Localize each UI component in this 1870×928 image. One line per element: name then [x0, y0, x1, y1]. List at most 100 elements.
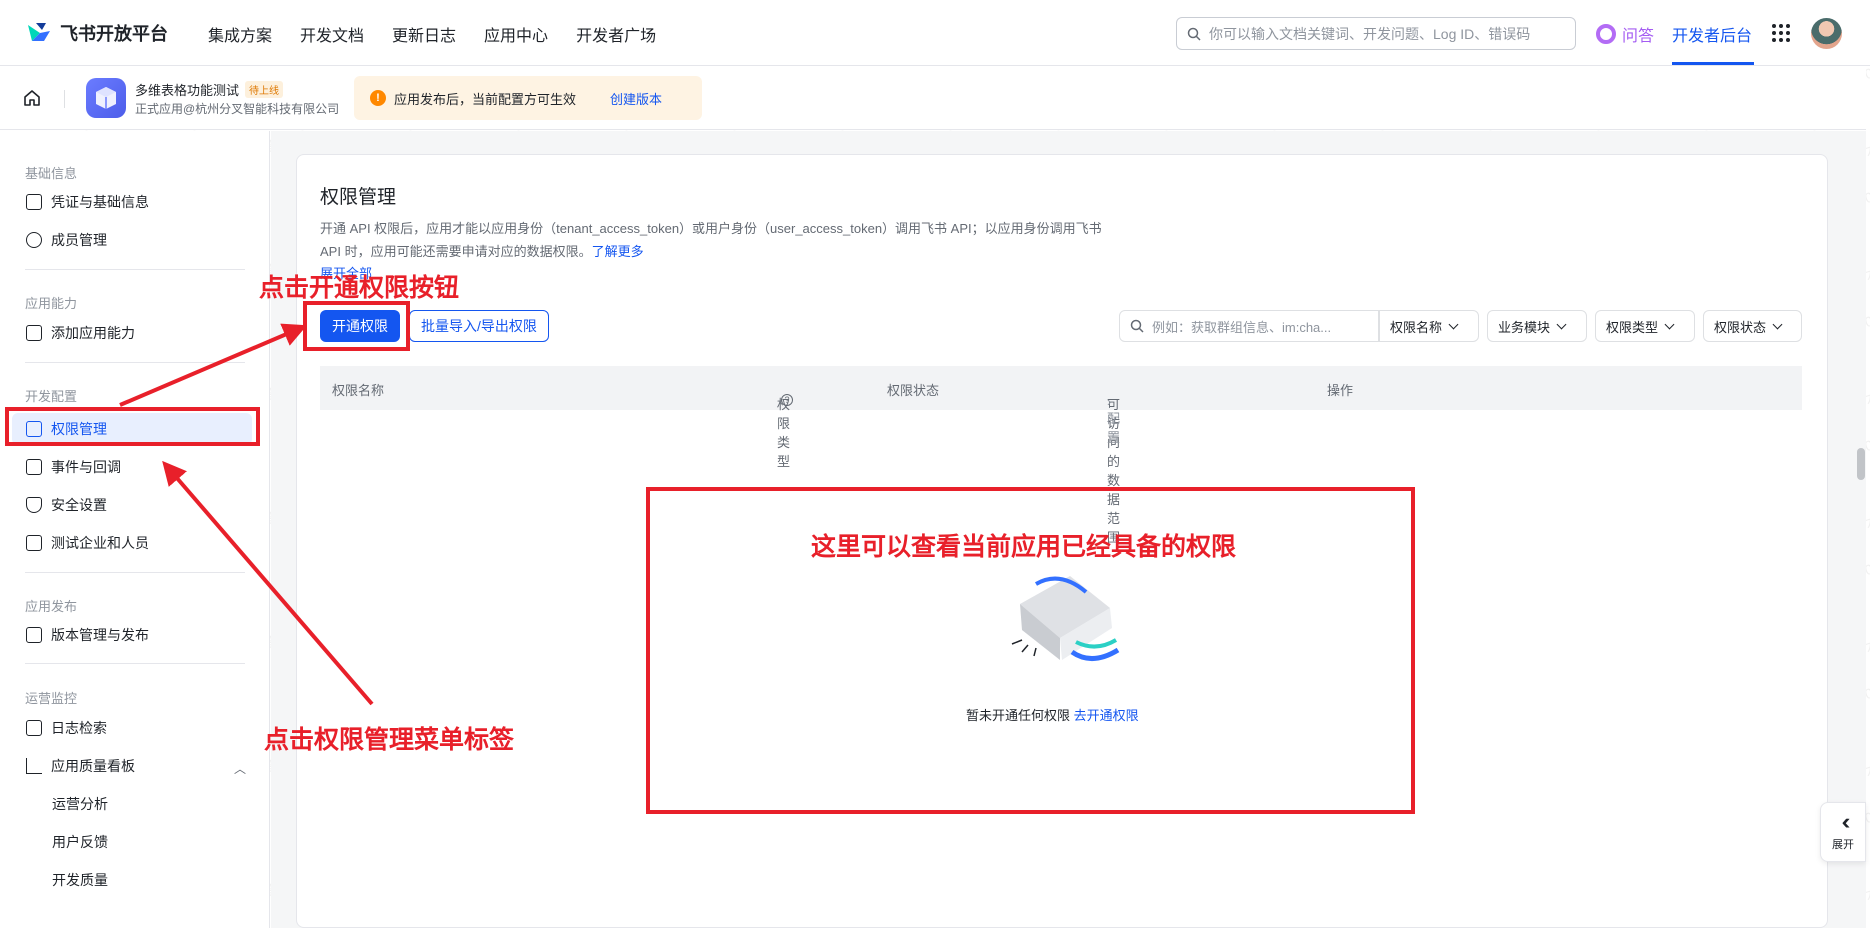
scope-config-label: 配置 — [1107, 411, 1121, 445]
user-add-icon — [26, 232, 42, 248]
create-version-link[interactable]: 创建版本 — [610, 89, 662, 108]
sidebar-item-versions[interactable]: 版本管理与发布 — [26, 625, 149, 645]
sidebar-item-label: 安全设置 — [51, 497, 107, 513]
feishu-logo-icon — [28, 23, 50, 41]
expand-label: 展开 — [1832, 839, 1854, 851]
credentials-icon — [26, 194, 42, 210]
sidebar-item-events[interactable]: 事件与回调 — [26, 457, 121, 477]
chevron-up-icon[interactable]: ︿ — [234, 760, 246, 777]
help-icon[interactable]: ? — [781, 394, 793, 406]
logo[interactable]: 飞书开放平台 — [26, 20, 168, 46]
sidebar-item-label: 事件与回调 — [51, 459, 121, 475]
permission-search-input[interactable]: 例如：获取群组信息、im:cha... — [1119, 310, 1379, 342]
page-description: 开通 API 权限后，应用才能以应用身份（tenant_access_token… — [320, 217, 1120, 263]
sidebar-item-log-search[interactable]: 日志检索 — [26, 718, 107, 738]
qa-button[interactable]: 问答 — [1596, 22, 1654, 46]
filter-permission-status[interactable]: 权限状态 — [1703, 310, 1802, 342]
shield-icon — [26, 497, 42, 513]
app-name: 多维表格功能测试 待上线 — [135, 80, 284, 99]
sidebar-item-members[interactable]: 成员管理 — [26, 230, 107, 250]
avatar[interactable] — [1811, 18, 1842, 49]
home-icon[interactable] — [22, 88, 42, 108]
filter-permission-name[interactable]: 权限名称 — [1379, 310, 1479, 342]
nav-links: 集成方案 开发文档 更新日志 应用中心 开发者广场 — [208, 22, 656, 46]
expand-side-panel-button[interactable]: ‹‹ 展开 — [1820, 802, 1866, 862]
batch-import-export-button[interactable]: 批量导入/导出权限 — [409, 310, 549, 342]
sidebar-group-publish: 应用发布 — [25, 599, 78, 614]
nav-link-app-center[interactable]: 应用中心 — [484, 22, 548, 46]
apps-grid-icon[interactable] — [1772, 24, 1790, 42]
filter-label: 权限类型 — [1606, 319, 1659, 335]
filter-label: 权限状态 — [1714, 319, 1767, 335]
sidebar-group-ops: 运营监控 — [25, 691, 78, 706]
sidebar-item-label: 添加应用能力 — [51, 325, 135, 341]
sidebar-item-ops-analysis[interactable]: 运营分析 — [52, 794, 108, 814]
column-header-actions: 操作 — [1327, 383, 1354, 398]
description-text: 开通 API 权限后，应用才能以应用身份（tenant_access_token… — [320, 221, 1102, 259]
search-icon — [1187, 27, 1201, 41]
annotation-text-click-button: 点击开通权限按钮 — [259, 274, 460, 302]
learn-more-link[interactable]: 了解更多 — [592, 244, 644, 259]
status-badge: 待上线 — [245, 81, 284, 98]
double-chevron-left-icon: ‹‹ — [1841, 809, 1850, 834]
divider — [25, 269, 245, 270]
global-search-input[interactable]: 你可以输入文档关键词、开发问题、Log ID、错误码 — [1176, 17, 1576, 50]
sidebar-item-label: 开发质量 — [52, 872, 108, 888]
divider — [25, 362, 245, 363]
search-placeholder: 你可以输入文档关键词、开发问题、Log ID、错误码 — [1209, 25, 1531, 42]
chevron-down-icon — [1772, 319, 1783, 329]
filter-label: 业务模块 — [1498, 319, 1551, 335]
publish-notice: ! 应用发布后，当前配置方可生效 创建版本 — [354, 76, 702, 120]
sidebar-item-label: 成员管理 — [51, 232, 107, 248]
qa-label: 问答 — [1622, 28, 1655, 45]
sidebar-item-user-feedback[interactable]: 用户反馈 — [52, 832, 108, 852]
sidebar-item-quality-board[interactable]: 应用质量看板 — [26, 756, 135, 776]
divider — [25, 572, 245, 573]
sidebar-item-label: 应用质量看板 — [51, 758, 135, 774]
warning-icon: ! — [370, 90, 386, 106]
add-grid-icon — [26, 325, 42, 341]
sidebar-item-label: 凭证与基础信息 — [51, 194, 149, 210]
sidebar: 基础信息 凭证与基础信息 成员管理 应用能力 添加应用能力 开发配置 权限管理 … — [0, 131, 270, 928]
nav-link-solutions[interactable]: 集成方案 — [208, 22, 272, 46]
sidebar-item-label: 用户反馈 — [52, 834, 108, 850]
page-title: 权限管理 — [320, 187, 397, 208]
event-plus-icon — [26, 459, 42, 475]
annotation-box-permissions-menu — [5, 407, 260, 446]
app-name-text: 多维表格功能测试 — [135, 83, 240, 98]
annotation-text-view-permissions: 这里可以查看当前应用已经具备的权限 — [811, 533, 1237, 561]
filter-permission-type[interactable]: 权限类型 — [1595, 310, 1695, 342]
sidebar-item-add-capability[interactable]: 添加应用能力 — [26, 323, 135, 343]
chevron-down-icon — [1664, 319, 1675, 329]
sidebar-group-basic: 基础信息 — [25, 166, 78, 181]
annotation-box-enable-button — [303, 301, 410, 351]
dev-console-link[interactable]: 开发者后台 — [1672, 22, 1752, 46]
app-bar: 多维表格功能测试 待上线 正式应用@杭州分叉智能科技有限公司 ! 应用发布后，当… — [0, 66, 1866, 130]
sidebar-item-credentials[interactable]: 凭证与基础信息 — [26, 192, 149, 212]
sidebar-group-dev-config: 开发配置 — [25, 389, 78, 404]
divider — [25, 663, 245, 664]
nav-link-docs[interactable]: 开发文档 — [300, 22, 364, 46]
code-box-icon — [26, 535, 42, 551]
search-icon — [1130, 319, 1144, 333]
chevron-down-icon — [1448, 319, 1459, 329]
scrollbar-thumb[interactable] — [1857, 448, 1865, 480]
nav-link-dev-square[interactable]: 开发者广场 — [576, 22, 656, 46]
sidebar-item-dev-quality[interactable]: 开发质量 — [52, 870, 108, 890]
chevron-down-icon — [1556, 319, 1567, 329]
column-header-name: 权限名称 — [332, 383, 385, 398]
active-tab-underline — [1672, 62, 1754, 65]
qa-icon — [1596, 24, 1616, 44]
sidebar-item-test-enterprise[interactable]: 测试企业和人员 — [26, 533, 149, 553]
nav-link-changelog[interactable]: 更新日志 — [392, 22, 456, 46]
table-header: 权限名称 权限类型? 权限状态 可访问的数据范围 配置 › 操作 — [320, 366, 1802, 545]
sidebar-item-security[interactable]: 安全设置 — [26, 495, 107, 515]
sidebar-item-label: 运营分析 — [52, 796, 108, 812]
scope-config-link[interactable]: 配置 › — [1107, 394, 1120, 445]
filter-business-module[interactable]: 业务模块 — [1487, 310, 1587, 342]
log-search-icon — [26, 720, 42, 736]
sidebar-item-label: 日志检索 — [51, 720, 107, 736]
search-placeholder: 例如：获取群组信息、im:cha... — [1152, 319, 1332, 335]
notice-text: 应用发布后，当前配置方可生效 — [394, 91, 577, 107]
top-navigation: 飞书开放平台 集成方案 开发文档 更新日志 应用中心 开发者广场 你可以输入文档… — [0, 0, 1870, 66]
